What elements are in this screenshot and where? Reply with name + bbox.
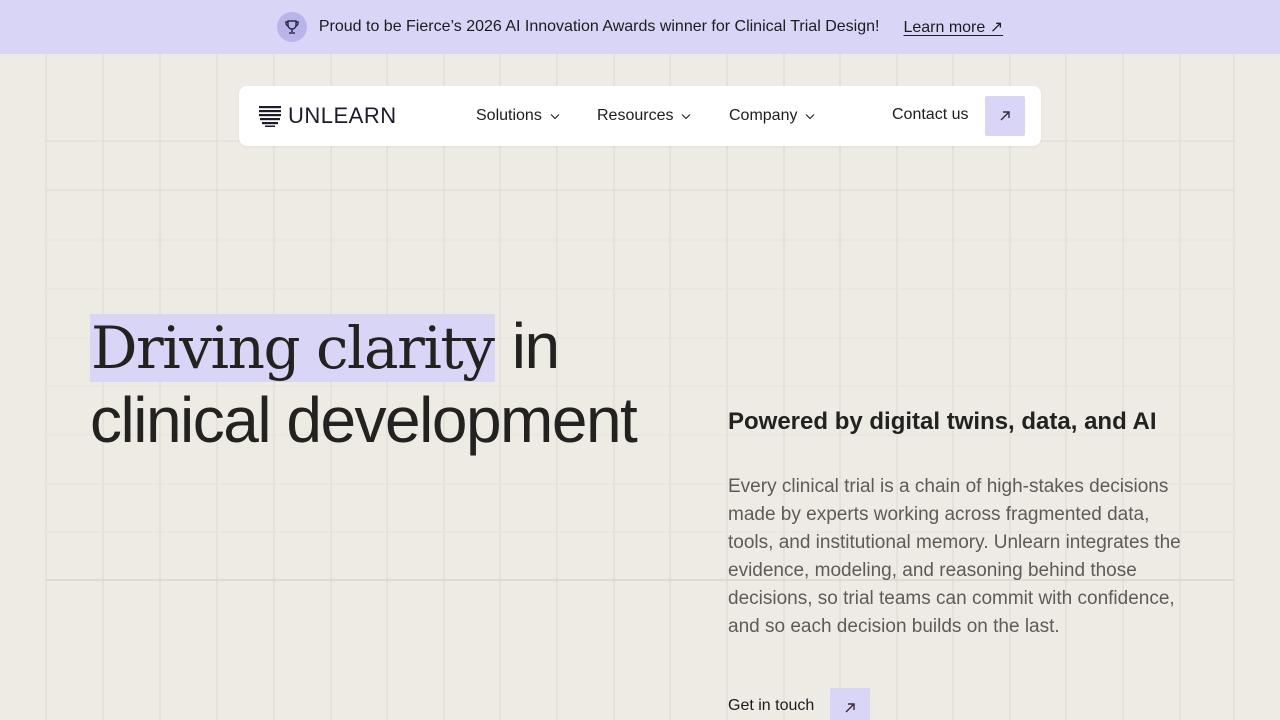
contact-arrow-button[interactable]: [985, 96, 1025, 136]
chevron-down-icon: [682, 114, 691, 120]
hero-headline: Driving clarity in clinical development: [90, 310, 670, 456]
main-nav: UNLEARN Solutions Resources Company Cont…: [239, 86, 1041, 146]
announcement-text: Proud to be Fierce’s 2026 AI Innovation …: [318, 18, 880, 35]
nav-company[interactable]: Company: [729, 106, 815, 126]
headline-line2: clinical development: [90, 384, 638, 456]
nav-solutions[interactable]: Solutions: [476, 106, 560, 126]
nav-solutions-label: Solutions: [476, 107, 542, 124]
nav-resources[interactable]: Resources: [597, 106, 691, 126]
trophy-icon: [276, 12, 307, 42]
headline-line1-rest: in: [495, 310, 560, 382]
nav-resources-label: Resources: [597, 107, 674, 124]
learn-more-link[interactable]: Learn more ↗: [903, 17, 1003, 37]
chevron-down-icon: [806, 114, 815, 120]
headline-highlight: Driving clarity: [90, 314, 496, 382]
get-in-touch-button[interactable]: Get in touch: [728, 688, 871, 720]
hero-subhead: Powered by digital twins, data, and AI: [728, 408, 1157, 435]
logo-text: UNLEARN: [288, 103, 397, 128]
arrow-up-right-icon: [1000, 111, 1010, 121]
chevron-down-icon: [550, 114, 560, 120]
nav-company-label: Company: [729, 107, 798, 124]
announcement-bar: Proud to be Fierce’s 2026 AI Innovation …: [0, 0, 1280, 54]
arrow-up-right-icon: [845, 703, 855, 713]
cta-arrow-box[interactable]: [830, 688, 871, 720]
contact-us-link[interactable]: Contact us: [892, 106, 968, 124]
unlearn-logo[interactable]: UNLEARN: [259, 103, 397, 128]
logo-mark-icon: [259, 106, 281, 127]
hero-body: Every clinical trial is a chain of high-…: [728, 476, 1181, 637]
get-in-touch-label: Get in touch: [728, 697, 815, 714]
